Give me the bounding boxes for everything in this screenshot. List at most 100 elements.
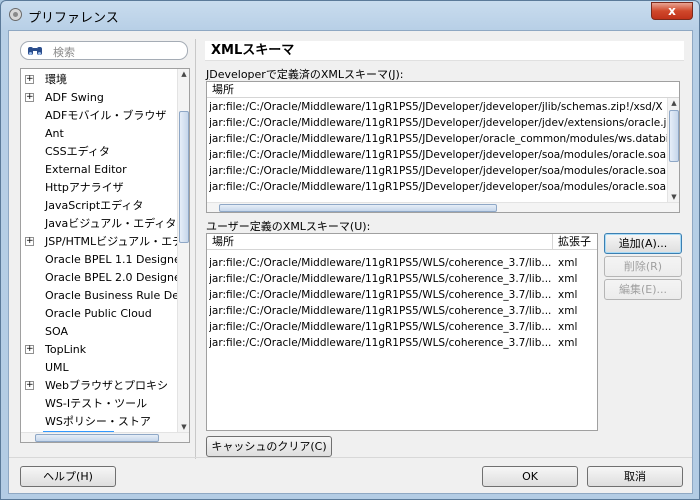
tree-item[interactable]: UML	[21, 359, 176, 377]
location-cell: jar:file:/C:/Oracle/Middleware/11gR1PS5/…	[209, 305, 551, 317]
tree-item[interactable]: SOA	[21, 323, 176, 341]
extension-cell: xml	[558, 337, 578, 349]
tree-item-label: CSSエディタ	[45, 145, 110, 158]
title-bar[interactable]: プリファレンス x	[1, 1, 699, 29]
tree-item-label: Oracle Public Cloud	[45, 307, 152, 320]
scrollbar-thumb[interactable]	[35, 434, 159, 442]
splitter[interactable]	[195, 39, 198, 459]
scroll-down-icon[interactable]: ▼	[670, 194, 678, 201]
tree-item[interactable]: Javaビジュアル・エディタ	[21, 215, 176, 233]
user-schemas-label: ユーザー定義のXMLスキーマ(U):	[206, 220, 371, 233]
table-row[interactable]: jar:file:/C:/Oracle/Middleware/11gR1PS5/…	[207, 303, 597, 319]
window-title: プリファレンス	[28, 11, 119, 26]
tree-item-label: JSP/HTMLビジュアル・エディタ	[45, 235, 190, 248]
expand-icon[interactable]: +	[25, 345, 34, 354]
location-cell: jar:file:/C:/Oracle/Middleware/11gR1PS5/…	[209, 133, 667, 145]
search-placeholder: 検索	[53, 46, 75, 59]
scroll-down-icon[interactable]: ▼	[180, 424, 188, 431]
expand-icon[interactable]: +	[25, 75, 34, 84]
tree-item[interactable]: WS-Iテスト・ツール	[21, 395, 176, 413]
tree-item[interactable]: Oracle Public Cloud	[21, 305, 176, 323]
category-tree[interactable]: XMLスキーマWSポリシー・ストアWS-Iテスト・ツール+Webブラウザとプロキ…	[20, 68, 190, 443]
tree-item[interactable]: JavaScriptエディタ	[21, 197, 176, 215]
extension-cell: xml	[558, 305, 578, 317]
footer-divider	[9, 457, 692, 458]
column-header-location[interactable]: 場所	[207, 234, 553, 250]
tree-item[interactable]: + JSP/HTMLビジュアル・エディタ	[21, 233, 189, 251]
column-header-location[interactable]: 場所	[207, 82, 679, 98]
tree-item[interactable]: + ADF Swing	[21, 89, 176, 107]
table-horizontal-scrollbar[interactable]	[207, 202, 679, 212]
table-vertical-scrollbar[interactable]: ▲ ▼	[667, 98, 679, 202]
tree-item[interactable]: Oracle BPEL 2.0 Designer	[21, 269, 185, 287]
scroll-up-icon[interactable]: ▲	[180, 71, 188, 78]
cancel-button[interactable]: 取消	[587, 466, 683, 487]
column-header-extension[interactable]: 拡張子	[553, 234, 597, 250]
tree-item[interactable]: Oracle Business Rule Designer	[21, 287, 189, 305]
tree-item-label: ADFモバイル・ブラウザ	[45, 109, 167, 122]
table-row[interactable]: jar:file:/C:/Oracle/Middleware/11gR1PS5/…	[207, 115, 667, 131]
table-row[interactable]: jar:file:/C:/Oracle/Middleware/11gR1PS5/…	[207, 163, 667, 179]
edit-button[interactable]: 編集(E)...	[604, 279, 682, 300]
remove-button[interactable]: 削除(R)	[604, 256, 682, 277]
location-cell: jar:file:/C:/Oracle/Middleware/11gR1PS5/…	[209, 337, 551, 349]
clear-cache-button[interactable]: キャッシュのクリア(C)	[206, 436, 332, 457]
table-row[interactable]: jar:file:/C:/Oracle/Middleware/11gR1PS5/…	[207, 147, 667, 163]
table-row[interactable]: jar:file:/C:/Oracle/Middleware/11gR1PS5/…	[207, 255, 597, 271]
location-cell: jar:file:/C:/Oracle/Middleware/11gR1PS5/…	[209, 273, 551, 285]
scrollbar-thumb[interactable]	[179, 111, 189, 243]
location-cell: jar:file:/C:/Oracle/Middleware/11gR1PS5/…	[209, 101, 663, 113]
tree-item[interactable]: CSSエディタ	[21, 143, 176, 161]
ok-button[interactable]: OK	[482, 466, 578, 487]
location-cell: jar:file:/C:/Oracle/Middleware/11gR1PS5/…	[209, 257, 551, 269]
close-button[interactable]: x	[651, 2, 693, 20]
binoculars-icon	[28, 47, 42, 55]
add-button[interactable]: 追加(A)...	[604, 233, 682, 254]
tree-item[interactable]: WSポリシー・ストア	[21, 413, 176, 431]
tree-item[interactable]: ADFモバイル・ブラウザ	[21, 107, 176, 125]
location-cell: jar:file:/C:/Oracle/Middleware/11gR1PS5/…	[209, 117, 667, 129]
location-cell: jar:file:/C:/Oracle/Middleware/11gR1PS5/…	[209, 149, 667, 161]
search-input[interactable]: 検索	[20, 41, 188, 60]
table-row[interactable]: jar:file:/C:/Oracle/Middleware/11gR1PS5/…	[207, 287, 597, 303]
preferences-window: プリファレンス x 検索 XMLスキーマ WSポリシー・ストア WS-Iテスト・ツー…	[0, 0, 700, 500]
tree-item-label: Oracle BPEL 2.0 Designer	[45, 271, 186, 284]
tree-item-label: Webブラウザとプロキシ	[45, 379, 168, 392]
table-row[interactable]: jar:file:/C:/Oracle/Middleware/11gR1PS5/…	[207, 131, 667, 147]
tree-vertical-scrollbar[interactable]: ▲ ▼	[177, 69, 189, 442]
expand-icon[interactable]: +	[25, 381, 34, 390]
scrollbar-thumb[interactable]	[219, 204, 497, 212]
scrollbar-thumb[interactable]	[669, 110, 679, 162]
expand-icon[interactable]: +	[25, 93, 34, 102]
tree-item-label: WS-Iテスト・ツール	[45, 397, 148, 410]
table-row[interactable]: jar:file:/C:/Oracle/Middleware/11gR1PS5/…	[207, 335, 597, 351]
predefined-schemas-table[interactable]: 場所 ▲ ▼ jar:file:/C:/Oracle/Middleware/11…	[206, 81, 680, 213]
tree-item-label: SOA	[45, 325, 68, 338]
preferences-app-icon	[9, 8, 22, 21]
table-row[interactable]: jar:file:/C:/Oracle/Middleware/11gR1PS5/…	[207, 99, 667, 115]
tree-item[interactable]: Ant	[21, 125, 176, 143]
tree-item-label: JavaScriptエディタ	[45, 199, 144, 212]
tree-item[interactable]: Oracle BPEL 1.1 Designer	[21, 251, 185, 269]
tree-item-label: 環境	[45, 73, 67, 86]
extension-cell: xml	[558, 273, 578, 285]
table-row[interactable]: jar:file:/C:/Oracle/Middleware/11gR1PS5/…	[207, 271, 597, 287]
extension-cell: xml	[558, 257, 578, 269]
table-row[interactable]: jar:file:/C:/Oracle/Middleware/11gR1PS5/…	[207, 319, 597, 335]
tree-horizontal-scrollbar[interactable]	[21, 432, 189, 442]
table-row[interactable]: jar:file:/C:/Oracle/Middleware/11gR1PS5/…	[207, 179, 667, 195]
tree-item-label: Oracle Business Rule Designer	[45, 289, 189, 302]
scroll-up-icon[interactable]: ▲	[670, 100, 678, 107]
tree-item-label: External Editor	[45, 163, 127, 176]
user-schemas-table[interactable]: 場所 拡張子 jar:file:/C:/Oracle/Middleware/11…	[206, 233, 598, 431]
tree-item[interactable]: + TopLink	[21, 341, 176, 359]
tree-item-label: ADF Swing	[45, 91, 104, 104]
location-cell: jar:file:/C:/Oracle/Middleware/11gR1PS5/…	[209, 289, 551, 301]
tree-item[interactable]: External Editor	[21, 161, 176, 179]
help-button[interactable]: ヘルプ(H)	[20, 466, 116, 487]
tree-item[interactable]: + Webブラウザとプロキシ	[21, 377, 176, 395]
tree-item[interactable]: Httpアナライザ	[21, 179, 176, 197]
expand-icon[interactable]: +	[25, 237, 34, 246]
tree-item-label: Oracle BPEL 1.1 Designer	[45, 253, 186, 266]
tree-item[interactable]: + 環境	[21, 71, 176, 89]
